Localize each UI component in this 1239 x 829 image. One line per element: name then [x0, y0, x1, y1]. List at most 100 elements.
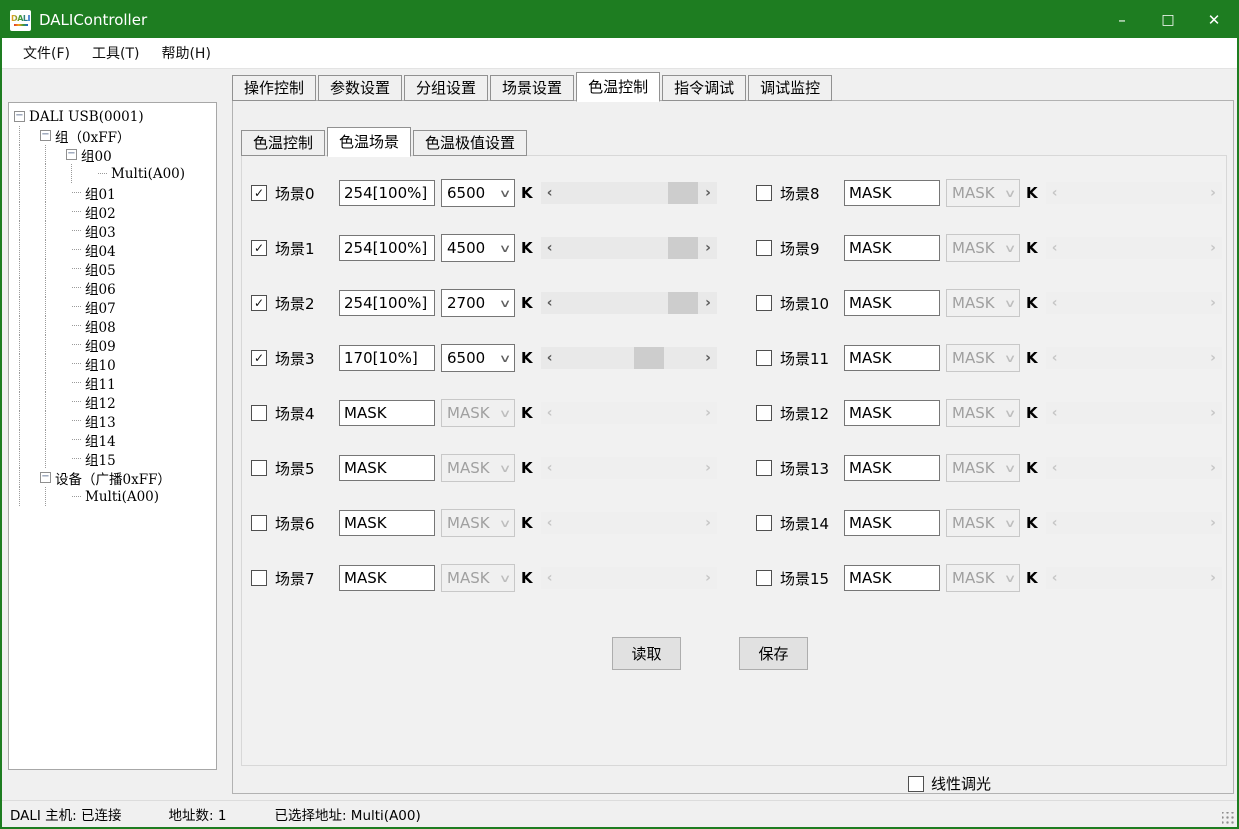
scene-kelvin-dropdown[interactable]: MASK∨ — [441, 509, 515, 537]
scrollbar-track[interactable] — [559, 512, 699, 534]
menu-file[interactable]: 文件(F) — [12, 40, 81, 66]
scene-checkbox[interactable] — [251, 405, 267, 421]
scene-kelvin-dropdown[interactable]: MASK∨ — [946, 179, 1020, 207]
scene-kelvin-dropdown[interactable]: MASK∨ — [946, 289, 1020, 317]
scene-scrollbar[interactable]: ‹› — [541, 182, 717, 204]
scrollbar-track[interactable] — [559, 292, 699, 314]
scene-kelvin-dropdown[interactable]: MASK∨ — [441, 564, 515, 592]
scroll-left-icon[interactable]: ‹ — [1046, 185, 1064, 201]
scene-value-input[interactable] — [844, 400, 940, 426]
scene-value-input[interactable] — [844, 180, 940, 206]
scrollbar-track[interactable] — [559, 347, 699, 369]
scene-checkbox[interactable] — [756, 460, 772, 476]
scrollbar-track[interactable] — [559, 182, 699, 204]
main-tab-6[interactable]: 调试监控 — [748, 75, 832, 101]
scene-kelvin-dropdown[interactable]: 2700∨ — [441, 289, 515, 317]
scene-checkbox[interactable] — [251, 515, 267, 531]
scene-scrollbar[interactable]: ‹› — [1046, 457, 1222, 479]
scroll-right-icon[interactable]: › — [699, 240, 717, 256]
scene-kelvin-dropdown[interactable]: MASK∨ — [946, 399, 1020, 427]
minimize-button[interactable]: – — [1099, 2, 1145, 38]
scene-value-input[interactable] — [339, 510, 435, 536]
scene-checkbox[interactable] — [756, 240, 772, 256]
scene-kelvin-dropdown[interactable]: MASK∨ — [946, 344, 1020, 372]
menu-tools[interactable]: 工具(T) — [81, 40, 150, 66]
scroll-left-icon[interactable]: ‹ — [1046, 240, 1064, 256]
close-button[interactable]: ✕ — [1191, 2, 1237, 38]
scene-kelvin-dropdown[interactable]: 6500∨ — [441, 179, 515, 207]
scene-scrollbar[interactable]: ‹› — [541, 567, 717, 589]
scene-kelvin-dropdown[interactable]: MASK∨ — [441, 454, 515, 482]
scroll-left-icon[interactable]: ‹ — [541, 570, 559, 586]
main-tab-3[interactable]: 场景设置 — [490, 75, 574, 101]
scrollbar-thumb[interactable] — [634, 347, 663, 369]
scroll-left-icon[interactable]: ‹ — [541, 240, 559, 256]
scene-scrollbar[interactable]: ‹› — [541, 347, 717, 369]
scroll-right-icon[interactable]: › — [1204, 405, 1222, 421]
scene-kelvin-dropdown[interactable]: MASK∨ — [441, 399, 515, 427]
scene-value-input[interactable] — [339, 180, 435, 206]
tree-item[interactable]: 组08 — [12, 316, 216, 335]
scene-scrollbar[interactable]: ‹› — [1046, 237, 1222, 259]
tree-item[interactable]: 组04 — [12, 240, 216, 259]
scene-kelvin-dropdown[interactable]: 4500∨ — [441, 234, 515, 262]
scrollbar-thumb[interactable] — [668, 237, 697, 259]
main-tab-2[interactable]: 分组设置 — [404, 75, 488, 101]
save-button[interactable]: 保存 — [739, 637, 808, 670]
tree-item[interactable]: −DALI USB(0001) — [12, 107, 216, 126]
scroll-left-icon[interactable]: ‹ — [1046, 295, 1064, 311]
scene-kelvin-dropdown[interactable]: MASK∨ — [946, 564, 1020, 592]
scroll-left-icon[interactable]: ‹ — [1046, 405, 1064, 421]
tree-item[interactable]: Multi(A00) — [12, 487, 216, 506]
scroll-left-icon[interactable]: ‹ — [541, 405, 559, 421]
scene-value-input[interactable] — [339, 235, 435, 261]
scroll-right-icon[interactable]: › — [1204, 515, 1222, 531]
scene-value-input[interactable] — [339, 400, 435, 426]
tree-expander-icon[interactable]: − — [40, 130, 51, 141]
main-tab-5[interactable]: 指令调试 — [662, 75, 746, 101]
tree-item[interactable]: −组（0xFF） — [12, 126, 216, 145]
maximize-button[interactable]: □ — [1145, 2, 1191, 38]
scene-checkbox[interactable] — [251, 570, 267, 586]
scene-value-input[interactable] — [844, 345, 940, 371]
scene-checkbox[interactable] — [756, 515, 772, 531]
scene-checkbox[interactable]: ✓ — [251, 240, 267, 256]
scrollbar-track[interactable] — [1064, 457, 1204, 479]
scene-scrollbar[interactable]: ‹› — [1046, 402, 1222, 424]
scrollbar-track[interactable] — [1064, 567, 1204, 589]
scene-kelvin-dropdown[interactable]: MASK∨ — [946, 234, 1020, 262]
scene-checkbox[interactable] — [756, 405, 772, 421]
scene-value-input[interactable] — [339, 345, 435, 371]
scrollbar-track[interactable] — [1064, 292, 1204, 314]
sub-tab-0[interactable]: 色温控制 — [241, 130, 325, 156]
scrollbar-thumb[interactable] — [668, 182, 697, 204]
scrollbar-thumb[interactable] — [668, 292, 697, 314]
scroll-right-icon[interactable]: › — [699, 185, 717, 201]
scene-kelvin-dropdown[interactable]: 6500∨ — [441, 344, 515, 372]
scene-kelvin-dropdown[interactable]: MASK∨ — [946, 509, 1020, 537]
scrollbar-track[interactable] — [1064, 402, 1204, 424]
main-tab-0[interactable]: 操作控制 — [232, 75, 316, 101]
scroll-right-icon[interactable]: › — [699, 460, 717, 476]
tree-item[interactable]: 组03 — [12, 221, 216, 240]
scene-checkbox[interactable]: ✓ — [251, 350, 267, 366]
tree-expander-icon[interactable]: − — [66, 149, 77, 160]
tree-item[interactable]: −设备（广播0xFF） — [12, 468, 216, 487]
tree-item[interactable]: 组05 — [12, 259, 216, 278]
scene-scrollbar[interactable]: ‹› — [541, 457, 717, 479]
scroll-left-icon[interactable]: ‹ — [541, 185, 559, 201]
tree-item[interactable]: 组13 — [12, 411, 216, 430]
scene-scrollbar[interactable]: ‹› — [541, 512, 717, 534]
read-button[interactable]: 读取 — [612, 637, 681, 670]
scrollbar-track[interactable] — [1064, 512, 1204, 534]
scene-scrollbar[interactable]: ‹› — [541, 292, 717, 314]
tree-item[interactable]: 组12 — [12, 392, 216, 411]
sub-tab-1[interactable]: 色温场景 — [327, 127, 411, 157]
tree-item[interactable]: 组10 — [12, 354, 216, 373]
scene-scrollbar[interactable]: ‹› — [541, 402, 717, 424]
scene-checkbox[interactable] — [756, 295, 772, 311]
main-tab-4[interactable]: 色温控制 — [576, 72, 660, 102]
tree-item[interactable]: 组09 — [12, 335, 216, 354]
scene-value-input[interactable] — [339, 455, 435, 481]
scroll-left-icon[interactable]: ‹ — [541, 295, 559, 311]
